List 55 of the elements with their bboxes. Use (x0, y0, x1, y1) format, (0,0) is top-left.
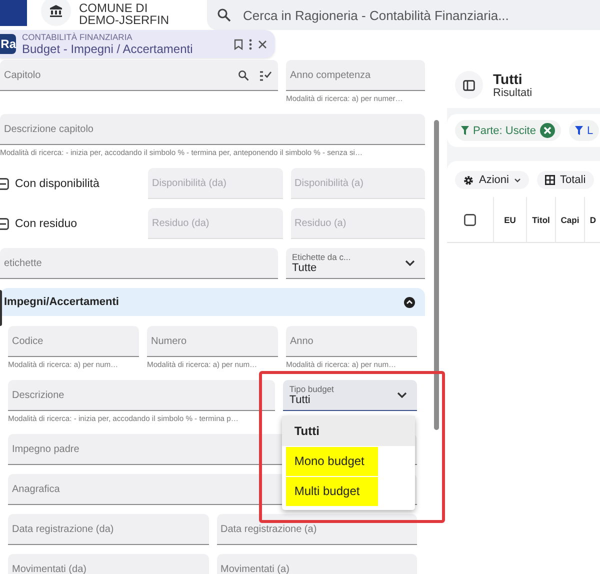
remove-icon[interactable] (540, 123, 555, 138)
checkbox-label: Con residuo (15, 218, 78, 230)
organization-name: DEMO-JSERFIN (79, 14, 170, 26)
input-field[interactable]: Descrizione capitolo (0, 114, 425, 145)
column-header[interactable]: EU (494, 197, 527, 242)
results-subtitle: Risultati (493, 86, 532, 98)
select-field[interactable]: Etichette da c... Tutte (286, 248, 425, 279)
logo (0, 0, 27, 26)
document-tab[interactable]: Ra CONTABILITÀ FINANZIARIA Budget - Impegni / Accertamenti (0, 30, 275, 58)
checkbox-label: Con disponibilità (15, 178, 100, 190)
input-field[interactable]: Numero (147, 326, 278, 357)
input-field[interactable]: etichette (0, 248, 278, 279)
search-placeholder: Cerca in Ragioneria - Contabilità Finanziaria... (243, 8, 509, 22)
input-field[interactable]: Data registrazione (a) (216, 514, 417, 545)
organization-name: COMUNE DI (79, 2, 149, 14)
bookmark-icon[interactable] (234, 38, 243, 50)
tab-title: Budget - Impegni / Accertamenti (22, 42, 194, 56)
search-field[interactable]: Cerca in Ragioneria - Contabilità Finanziaria... (207, 0, 600, 30)
close-icon[interactable] (258, 40, 267, 48)
scrollbar[interactable] (434, 120, 438, 430)
results-title: Tutti (493, 72, 524, 86)
column-header[interactable]: Capi (556, 197, 585, 242)
input-field[interactable]: Data registrazione (da) (8, 514, 208, 545)
input-field[interactable]: Movimentati (a) (216, 554, 417, 574)
checkbox[interactable] (464, 214, 476, 226)
column-header[interactable]: Titol (527, 197, 556, 242)
more-icon[interactable] (249, 38, 252, 50)
search-icon[interactable] (238, 70, 249, 80)
list-icon[interactable] (259, 70, 272, 80)
gear-icon (463, 174, 474, 186)
app-badge: Ra (0, 34, 16, 54)
sidebar-toggle-icon[interactable] (455, 71, 483, 99)
table-icon (544, 175, 555, 185)
tab-section: CONTABILITÀ FINANZIARIA (22, 32, 228, 42)
select-field[interactable]: Tipo budget Tutti (283, 380, 417, 411)
filter-chip[interactable]: L (568, 120, 600, 141)
checkbox[interactable] (0, 218, 9, 230)
column-header[interactable]: D (585, 197, 600, 242)
input-field[interactable]: Capitolo (0, 60, 278, 91)
chevron-down-icon (405, 260, 415, 266)
section-title: Impegni/Accertamenti (4, 296, 119, 308)
checkbox[interactable] (0, 178, 9, 190)
filter-chip[interactable]: Parte: Uscite (455, 120, 561, 141)
collapse-icon[interactable] (404, 296, 415, 308)
chevron-down-icon (397, 392, 407, 398)
input-field[interactable]: Descrizione (8, 380, 276, 411)
toolbar-button[interactable]: Totali (536, 171, 594, 189)
search-icon (217, 8, 231, 22)
toolbar-button[interactable]: Azioni (455, 171, 529, 189)
section-header[interactable]: Impegni/Accertamenti (0, 288, 425, 316)
input-field[interactable]: Codice (8, 326, 139, 357)
input-field[interactable]: Anno competenza (286, 60, 425, 91)
input-field[interactable]: Movimentati (da) (8, 554, 208, 574)
menu-option[interactable]: Tutti (282, 416, 416, 446)
input-field[interactable]: Anno (286, 326, 417, 357)
